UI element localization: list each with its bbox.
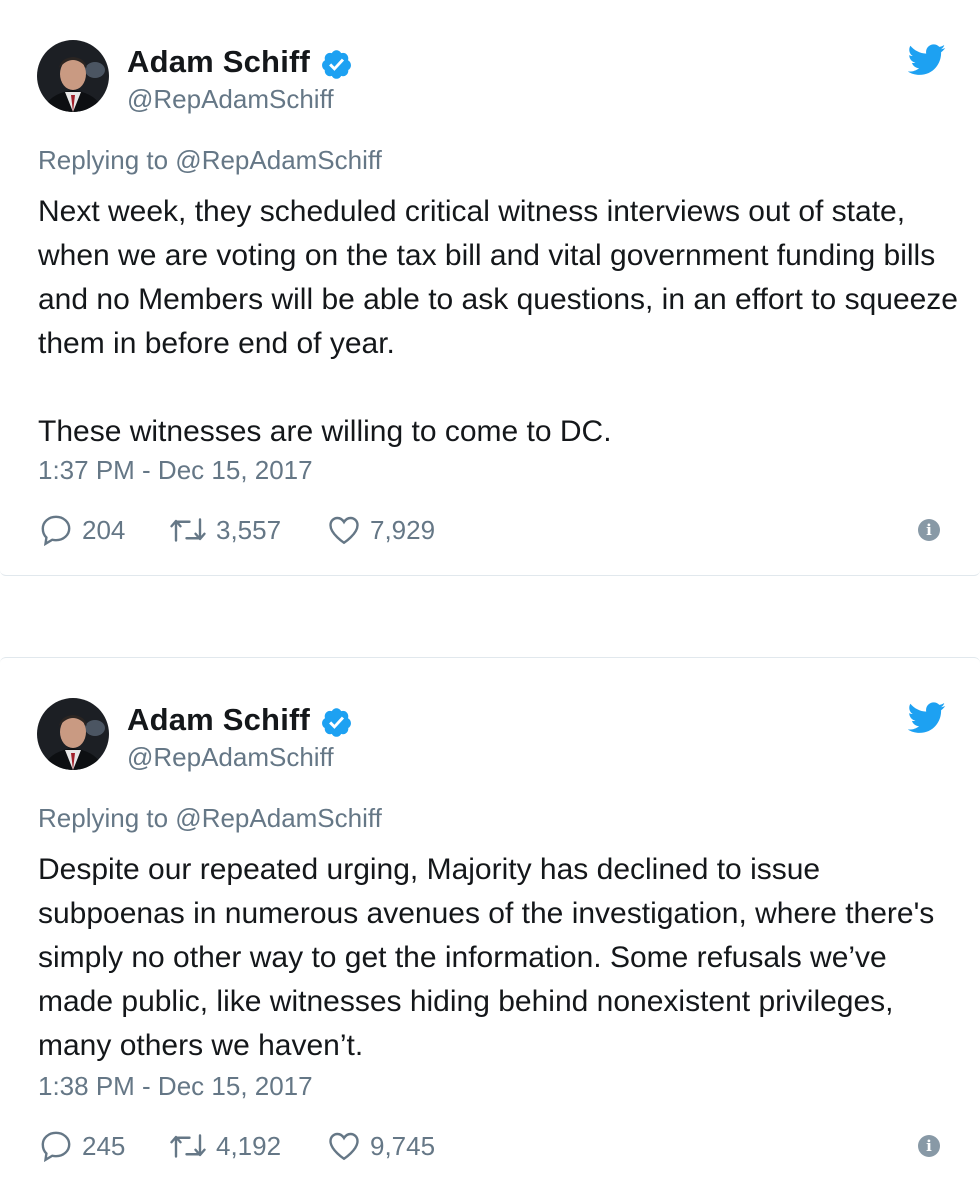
info-icon[interactable]: i — [918, 519, 940, 541]
retweet-icon — [170, 518, 206, 542]
author-handle[interactable]: @RepAdamSchiff — [127, 742, 334, 773]
separator — [0, 577, 980, 657]
info-icon[interactable]: i — [918, 1135, 940, 1157]
reply-icon — [41, 1131, 71, 1163]
retweet-count: 4,192 — [216, 1130, 282, 1161]
replying-to[interactable]: Replying to @RepAdamSchiff — [38, 145, 382, 176]
reply-icon — [41, 515, 71, 547]
replying-to[interactable]: Replying to @RepAdamSchiff — [38, 803, 382, 834]
heart-icon — [329, 1132, 359, 1161]
author-name[interactable]: Adam Schiff — [127, 44, 310, 80]
like-count: 9,745 — [370, 1130, 436, 1161]
tweet-paragraph: Next week, they scheduled critical witne… — [38, 195, 958, 360]
retweet-button[interactable]: 3,557 — [168, 512, 281, 548]
verified-badge-icon — [322, 50, 351, 79]
reply-count: 204 — [82, 514, 126, 545]
author-name[interactable]: Adam Schiff — [127, 702, 310, 738]
twitter-bird-icon[interactable] — [908, 702, 946, 734]
reply-button[interactable]: 204 — [38, 512, 125, 548]
verified-badge-icon — [322, 708, 351, 737]
tweet-card[interactable]: Adam Schiff @RepAdamSchiff Replying to @… — [0, 657, 980, 1180]
like-count: 7,929 — [370, 514, 436, 545]
tweet-text: Despite our repeated urging, Majority ha… — [38, 848, 958, 1068]
tweet-paragraph: These witnesses are willing to come to D… — [38, 415, 612, 448]
retweet-button[interactable]: 4,192 — [168, 1128, 281, 1164]
timestamp[interactable]: 1:37 PM - Dec 15, 2017 — [38, 455, 313, 486]
timestamp[interactable]: 1:38 PM - Dec 15, 2017 — [38, 1071, 313, 1102]
twitter-bird-icon[interactable] — [908, 44, 946, 76]
author-handle[interactable]: @RepAdamSchiff — [127, 84, 334, 115]
avatar[interactable] — [37, 698, 109, 770]
tweet-text: Next week, they scheduled critical witne… — [38, 190, 958, 454]
reply-count: 245 — [82, 1130, 126, 1161]
heart-icon — [329, 516, 359, 545]
retweet-icon — [170, 1134, 206, 1158]
avatar[interactable] — [37, 40, 109, 112]
tweet-card[interactable]: Adam Schiff @RepAdamSchiff Replying to @… — [0, 0, 980, 576]
tweet-paragraph: Despite our repeated urging, Majority ha… — [38, 853, 935, 1062]
like-button[interactable]: 9,745 — [326, 1128, 435, 1164]
like-button[interactable]: 7,929 — [326, 512, 435, 548]
reply-button[interactable]: 245 — [38, 1128, 125, 1164]
retweet-count: 3,557 — [216, 514, 282, 545]
